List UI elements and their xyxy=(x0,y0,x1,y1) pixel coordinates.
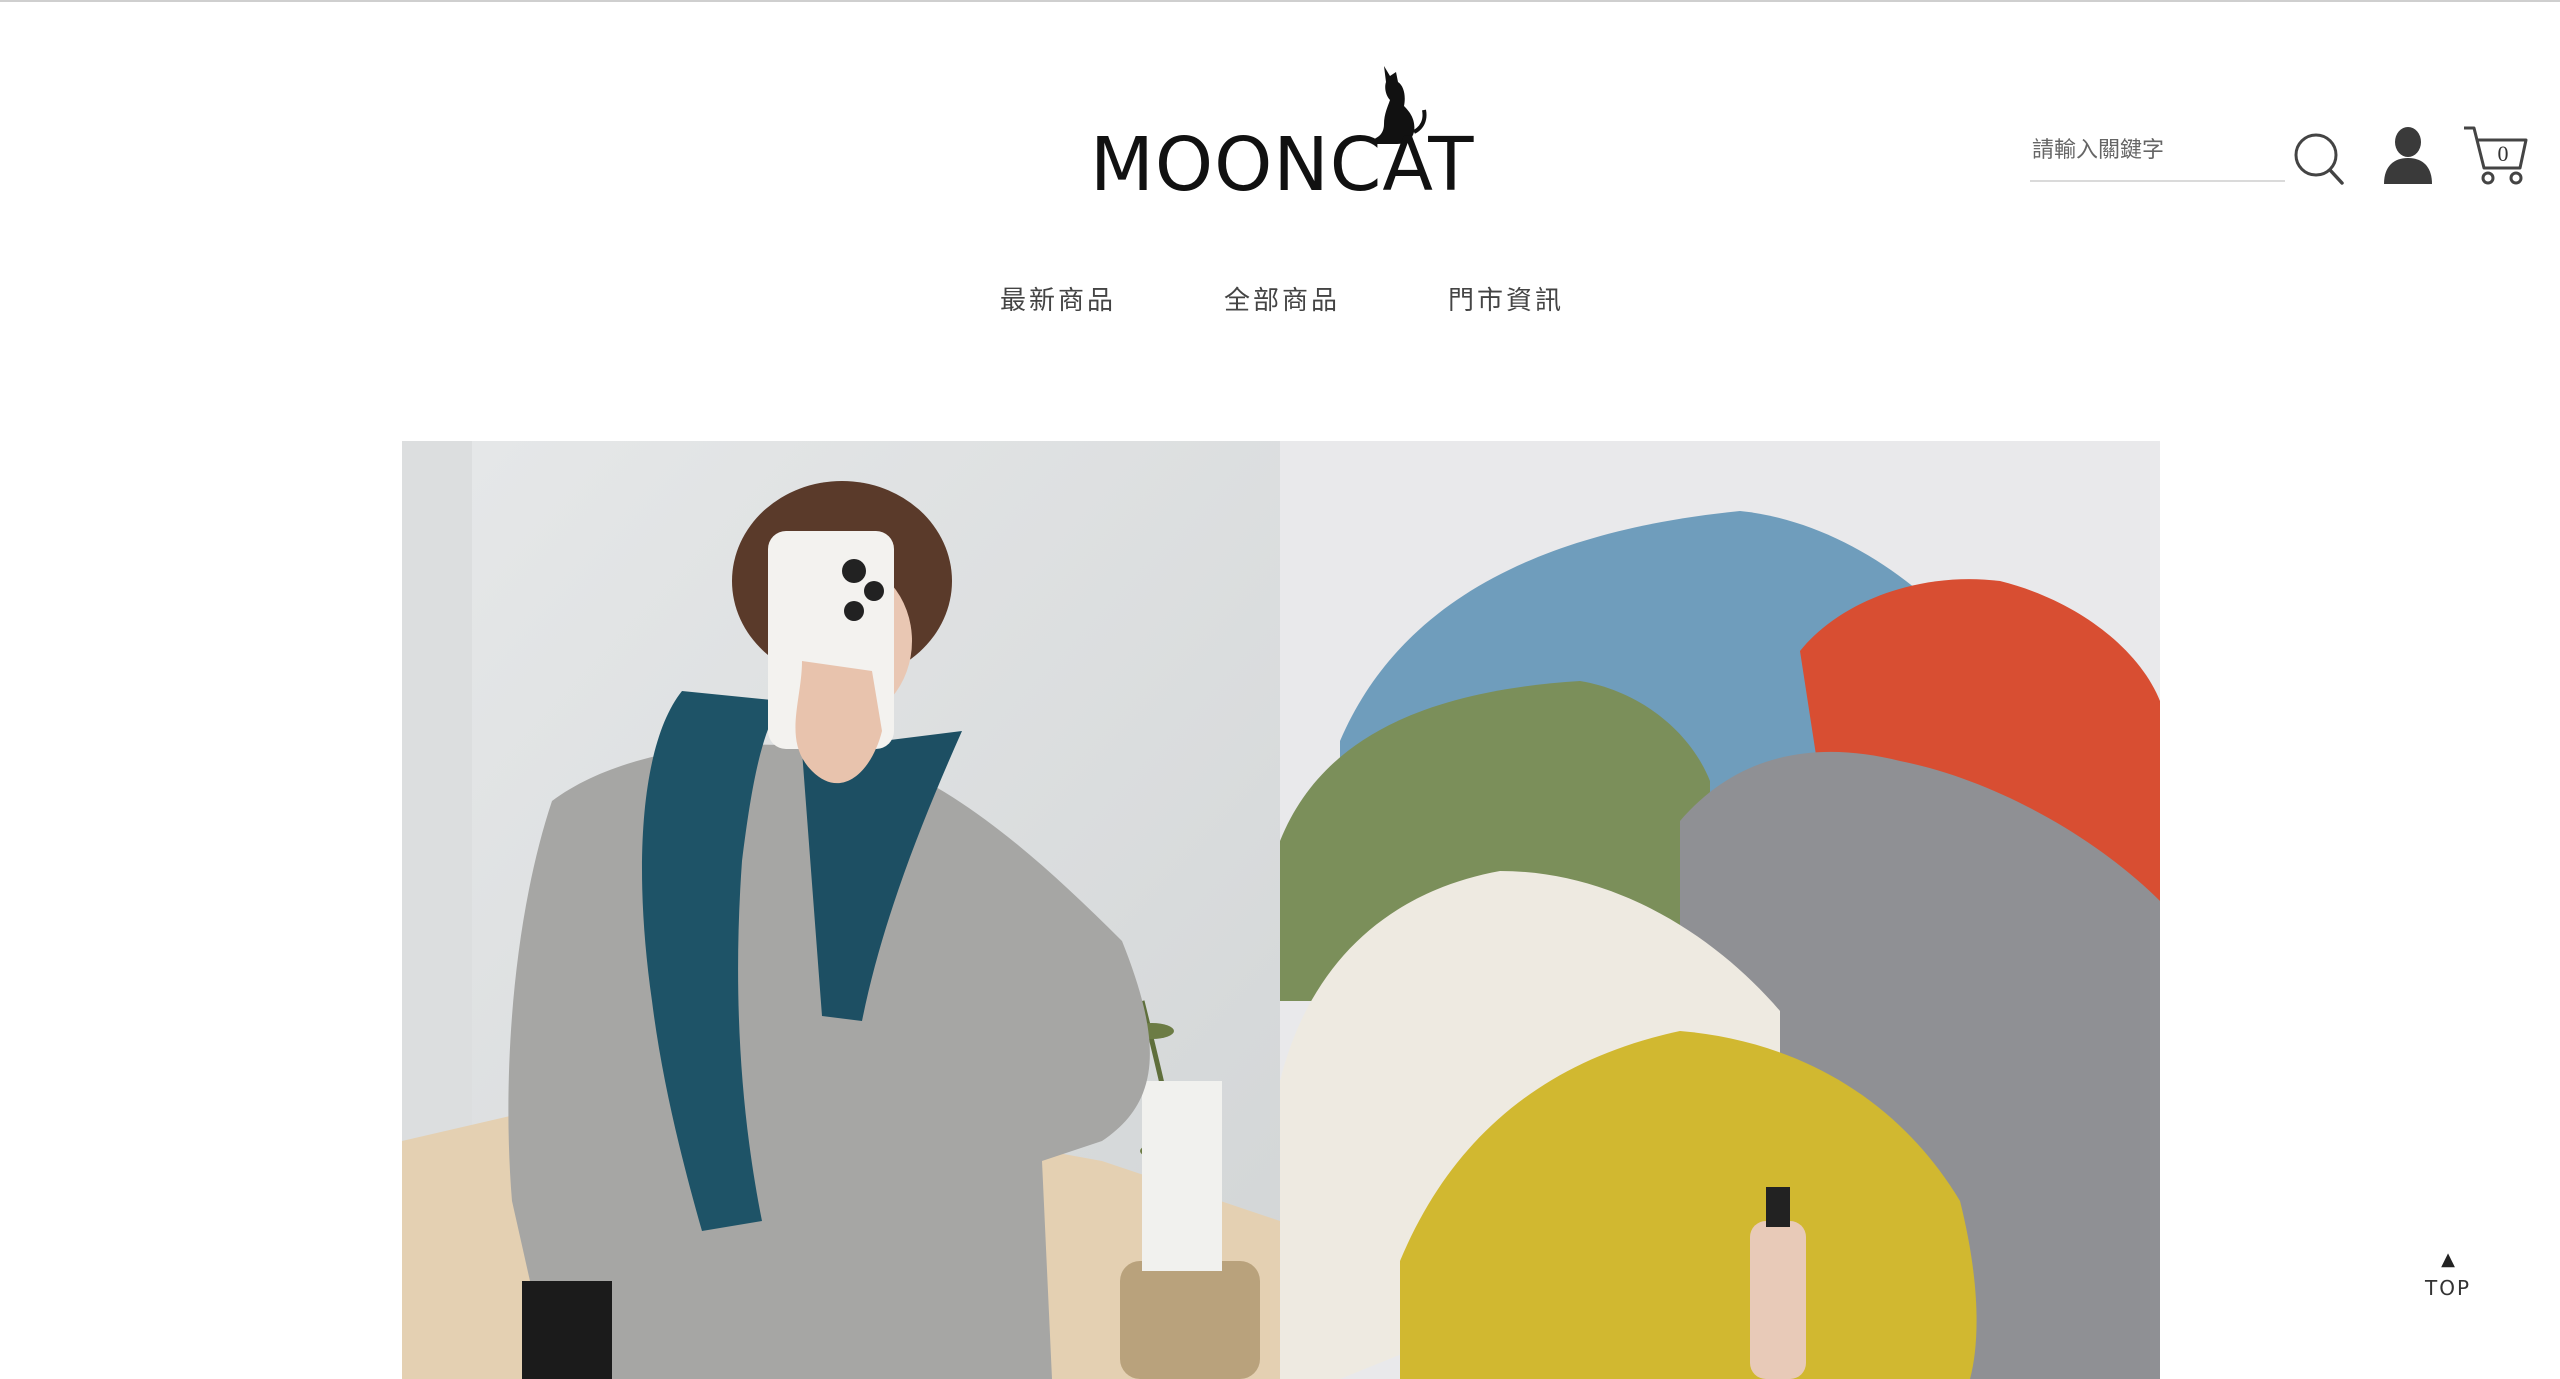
search-box[interactable] xyxy=(2030,126,2285,182)
logo[interactable]: MOONCAT xyxy=(1090,62,1475,208)
back-to-top-button[interactable]: ▲ TOP xyxy=(2420,1250,2476,1310)
logo-text: MOONCAT xyxy=(1090,122,1475,208)
main-nav: 最新商品 全部商品 門市資訊 xyxy=(0,280,2560,320)
search-input[interactable] xyxy=(2030,126,2285,174)
cart-count-badge: 0 xyxy=(2497,141,2509,166)
user-icon[interactable] xyxy=(2380,126,2436,186)
up-arrow-icon: ▲ xyxy=(2441,1249,2455,1270)
top-border xyxy=(0,0,2560,2)
banner-image-sweaters xyxy=(1280,441,2160,1379)
nav-item-store-info[interactable]: 門市資訊 xyxy=(1448,280,1564,317)
nav-item-all-products[interactable]: 全部商品 xyxy=(1224,280,1340,317)
nav-item-new-products[interactable]: 最新商品 xyxy=(1000,280,1116,317)
hero-banner[interactable] xyxy=(402,441,2160,1379)
banner-image-model xyxy=(402,441,1280,1379)
back-to-top-label: TOP xyxy=(2424,1276,2472,1300)
search-icon[interactable] xyxy=(2292,130,2346,186)
